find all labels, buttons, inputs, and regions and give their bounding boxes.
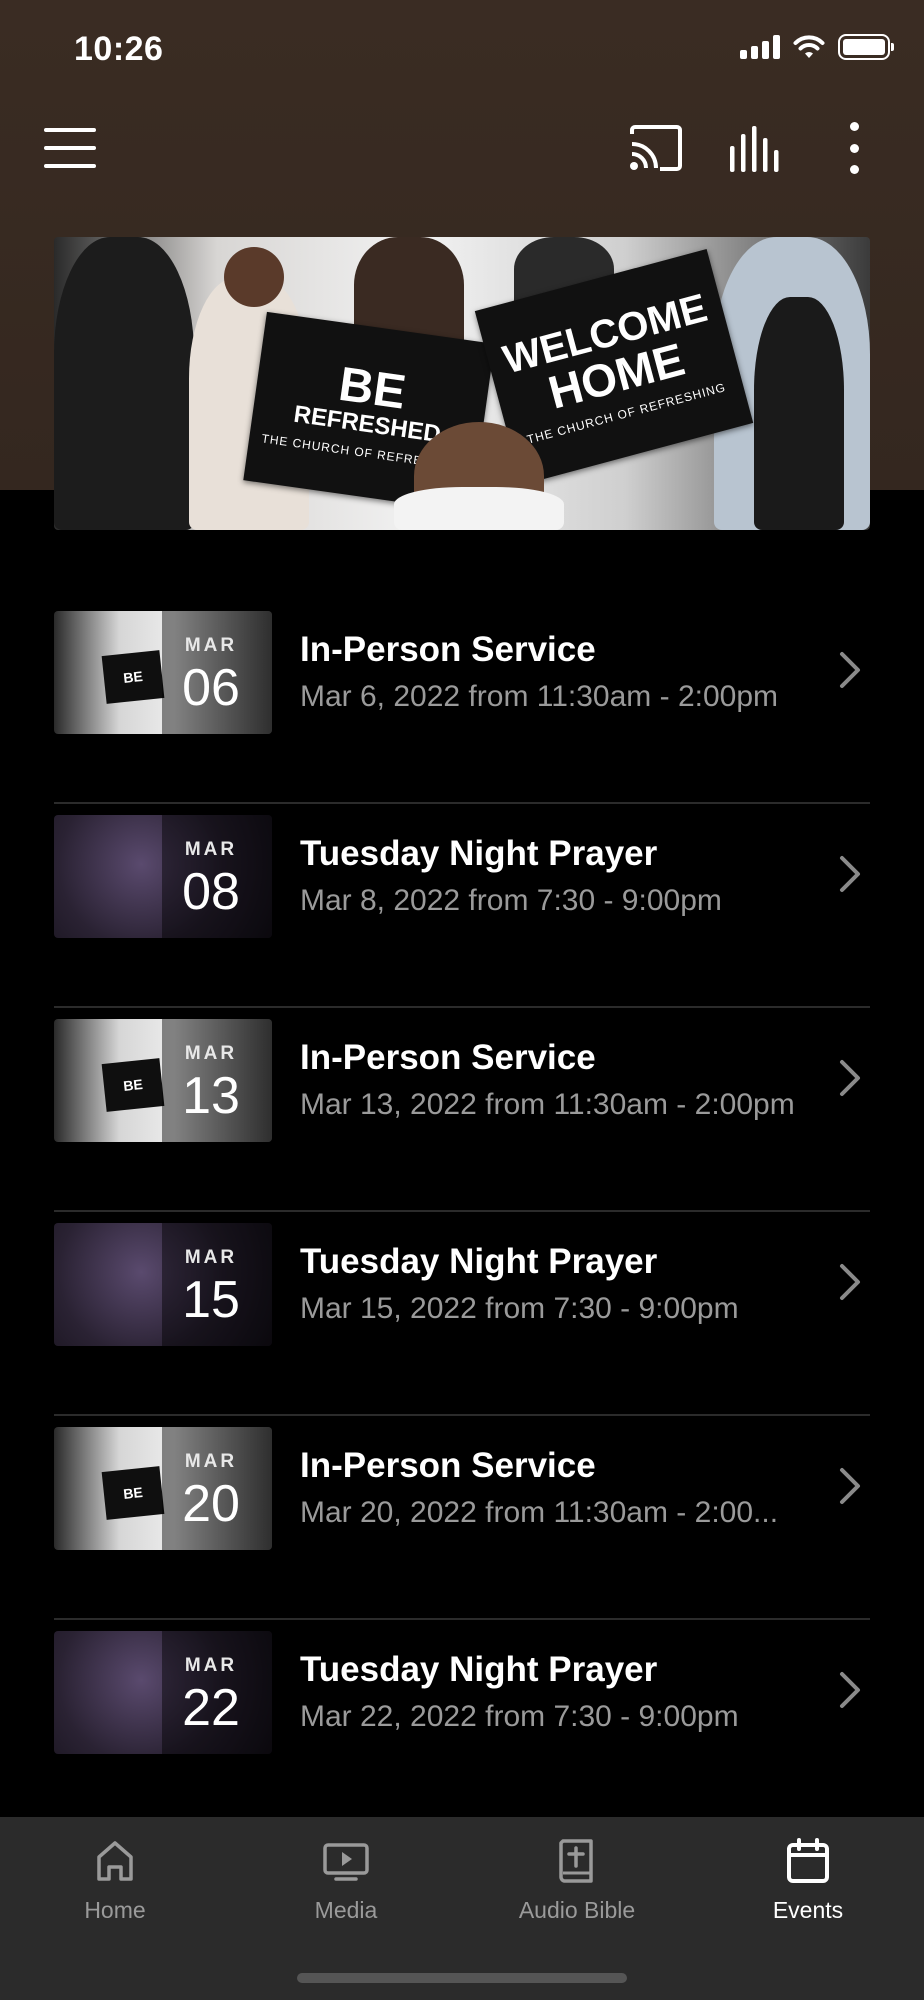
nav-events[interactable]: Events [708, 1837, 908, 1947]
nav-home[interactable]: Home [15, 1837, 215, 1947]
event-row[interactable]: MAR 15 Tuesday Night Prayer Mar 15, 2022… [54, 1212, 870, 1416]
cast-icon[interactable] [628, 124, 684, 172]
event-row[interactable]: BE MAR 06 In-Person Service Mar 6, 2022 … [54, 600, 870, 804]
event-month: MAR [184, 1247, 238, 1268]
nav-media-label: Media [314, 1897, 378, 1923]
app-toolbar [0, 110, 924, 190]
event-title: Tuesday Night Prayer [300, 1242, 658, 1281]
status-icons [740, 34, 894, 60]
event-time: Mar 6, 2022 from 11:30am - 2:00pm [300, 680, 779, 713]
wifi-icon [793, 35, 825, 58]
event-time: Mar 22, 2022 from 7:30 - 9:00pm [300, 1700, 739, 1733]
event-month: MAR [184, 839, 238, 860]
event-title: In-Person Service [300, 1038, 596, 1077]
event-title: In-Person Service [300, 630, 596, 669]
more-vertical-icon[interactable] [840, 122, 868, 174]
event-row[interactable]: MAR 22 Tuesday Night Prayer Mar 22, 2022… [54, 1620, 870, 1824]
event-time: Mar 8, 2022 from 7:30 - 9:00pm [300, 884, 722, 917]
status-bar: 10:26 [0, 0, 924, 100]
event-row[interactable]: BE MAR 13 In-Person Service Mar 13, 2022… [54, 1008, 870, 1212]
menu-icon[interactable] [44, 128, 96, 168]
event-day: 15 [182, 1271, 240, 1329]
event-month: MAR [184, 1043, 238, 1064]
event-title: Tuesday Night Prayer [300, 834, 658, 873]
event-time: Mar 13, 2022 from 11:30am - 2:00pm [300, 1088, 795, 1121]
nav-home-label: Home [84, 1897, 146, 1923]
home-icon [97, 1841, 133, 1881]
nav-audio-bible[interactable]: Audio Bible [477, 1837, 677, 1947]
event-time: Mar 15, 2022 from 7:30 - 9:00pm [300, 1292, 739, 1325]
equalizer-icon[interactable] [728, 124, 784, 174]
chevron-right-icon [840, 1264, 860, 1300]
hero-banner-image: BE REFRESHED THE CHURCH OF REFRESHING WE… [54, 237, 870, 530]
event-row[interactable]: MAR 08 Tuesday Night Prayer Mar 8, 2022 … [54, 804, 870, 1008]
cellular-signal-icon [740, 35, 780, 59]
chevron-right-icon [840, 652, 860, 688]
event-month: MAR [184, 1451, 238, 1472]
event-time: Mar 20, 2022 from 11:30am - 2:00... [300, 1496, 779, 1529]
event-title: Tuesday Night Prayer [300, 1650, 658, 1689]
event-day: 13 [182, 1067, 240, 1125]
battery-icon [838, 34, 894, 60]
chevron-right-icon [840, 1060, 860, 1096]
event-day: 20 [182, 1475, 240, 1533]
status-time: 10:26 [74, 30, 164, 68]
chevron-right-icon [840, 1672, 860, 1708]
event-day: 06 [182, 659, 240, 717]
event-day: 22 [182, 1679, 240, 1737]
event-month: MAR [184, 635, 238, 656]
bible-icon [559, 1839, 593, 1883]
home-indicator [297, 1973, 627, 1983]
nav-events-label: Events [772, 1897, 844, 1923]
chevron-right-icon [840, 1468, 860, 1504]
event-day: 08 [182, 863, 240, 921]
chevron-right-icon [840, 856, 860, 892]
event-title: In-Person Service [300, 1446, 596, 1485]
event-month: MAR [184, 1655, 238, 1676]
event-row[interactable]: BE MAR 20 In-Person Service Mar 20, 2022… [54, 1416, 870, 1620]
nav-media[interactable]: Media [246, 1837, 446, 1947]
calendar-icon [787, 1838, 829, 1883]
nav-audio-bible-label: Audio Bible [518, 1897, 636, 1923]
events-list: BE MAR 06 In-Person Service Mar 6, 2022 … [54, 600, 870, 1824]
tv-play-icon [323, 1843, 369, 1881]
